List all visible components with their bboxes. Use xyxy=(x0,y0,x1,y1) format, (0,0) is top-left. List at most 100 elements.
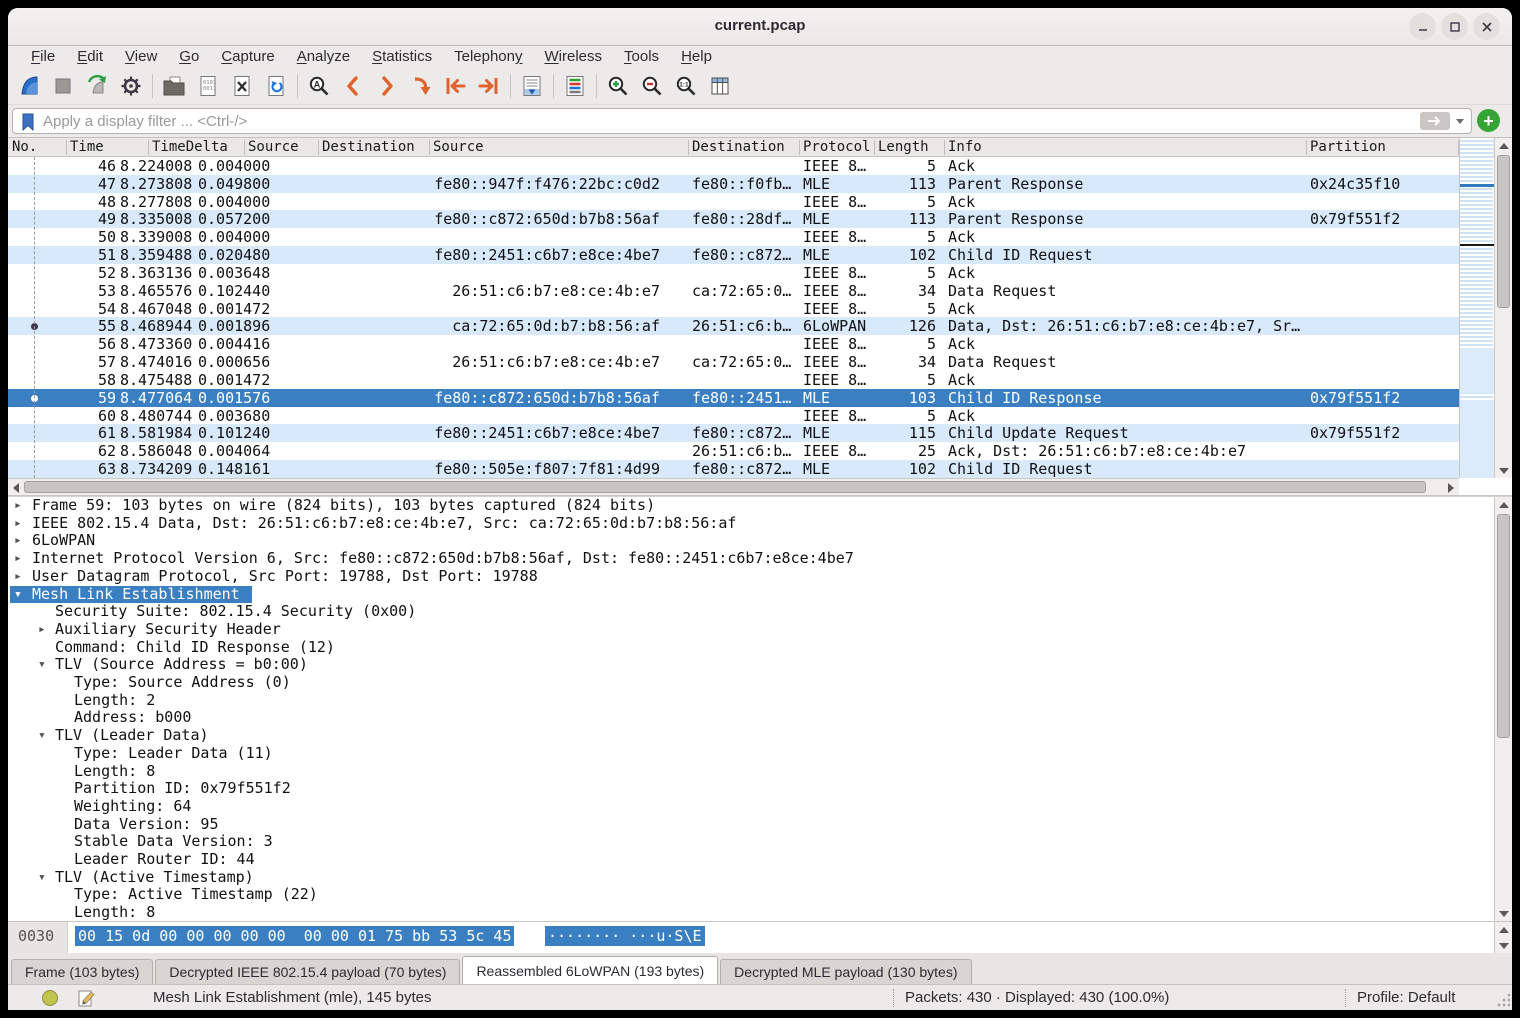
packet-row-48[interactable]: 488.2778080.004000IEEE 8…5Ack xyxy=(8,193,1459,211)
detail-row[interactable]: ▸Internet Protocol Version 6, Src: fe80:… xyxy=(8,550,1494,568)
detail-row[interactable]: Length: 8 xyxy=(8,904,1494,921)
menu-wireless[interactable]: Wireless xyxy=(534,46,614,68)
packet-row-49[interactable]: 498.3350080.057200fe80::c872:650d:b7b8:5… xyxy=(8,210,1459,228)
column-divider[interactable] xyxy=(429,140,430,155)
packet-row-58[interactable]: 588.4754880.001472IEEE 8…5Ack xyxy=(8,371,1459,389)
maximize-button[interactable] xyxy=(1441,13,1468,40)
detail-row[interactable]: Command: Child ID Response (12) xyxy=(8,639,1494,657)
detail-row[interactable]: ▾TLV (Active Timestamp) xyxy=(8,869,1494,887)
column-divider[interactable] xyxy=(66,140,67,155)
scroll-thumb[interactable] xyxy=(1497,155,1510,308)
packet-row-52[interactable]: 528.3631360.003648IEEE 8…5Ack xyxy=(8,264,1459,282)
detail-row[interactable]: Length: 2 xyxy=(8,692,1494,710)
zoom-out-button[interactable] xyxy=(635,71,669,101)
packet-row-56[interactable]: 568.4733600.004416IEEE 8…5Ack xyxy=(8,335,1459,353)
detail-row[interactable]: ▾TLV (Leader Data) xyxy=(8,727,1494,745)
zoom-in-button[interactable] xyxy=(601,71,635,101)
menu-help[interactable]: Help xyxy=(670,46,723,68)
detail-row[interactable]: Type: Source Address (0) xyxy=(8,674,1494,692)
column-header-no[interactable]: No. xyxy=(12,139,37,155)
go-first-button[interactable] xyxy=(438,71,472,101)
menu-tools[interactable]: Tools xyxy=(613,46,670,68)
scroll-right-arrow[interactable] xyxy=(1443,479,1459,496)
byte-tab-2[interactable]: Reassembled 6LoWPAN (193 bytes) xyxy=(462,956,718,984)
hex-bytes[interactable]: 00 15 0d 00 00 00 00 00 00 00 01 75 bb 5… xyxy=(75,926,514,946)
detail-row[interactable]: Partition ID: 0x79f551f2 xyxy=(8,780,1494,798)
capture-comment-icon[interactable] xyxy=(78,989,96,1007)
detail-row[interactable]: ▸Frame 59: 103 bytes on wire (824 bits),… xyxy=(8,497,1494,515)
detail-row[interactable]: Security Suite: 802.15.4 Security (0x00) xyxy=(8,603,1494,621)
menu-file[interactable]: File xyxy=(20,46,66,68)
column-header-destination-2[interactable]: Destination xyxy=(692,139,785,155)
collapse-arrow-icon[interactable]: ▾ xyxy=(38,656,46,674)
menu-telephony[interactable]: Telephony xyxy=(443,46,533,68)
scroll-up-arrow[interactable] xyxy=(1495,497,1512,512)
packet-row-57[interactable]: 578.4740160.00065626:51:c6:b7:e8:ce:4b:e… xyxy=(8,353,1459,371)
column-header-timedelta[interactable]: TimeDelta xyxy=(152,139,228,155)
expand-arrow-icon[interactable]: ▸ xyxy=(14,532,22,550)
close-file-button[interactable] xyxy=(225,71,259,101)
column-divider[interactable] xyxy=(874,140,875,155)
bookmark-icon[interactable] xyxy=(20,113,36,131)
reload-file-button[interactable] xyxy=(259,71,293,101)
intelligent-scrollbar[interactable] xyxy=(1459,138,1493,478)
byte-tab-3[interactable]: Decrypted MLE payload (130 bytes) xyxy=(720,959,971,984)
restart-capture-button[interactable] xyxy=(80,71,114,101)
start-capture-button[interactable] xyxy=(12,71,46,101)
scroll-down-arrow[interactable] xyxy=(1495,938,1512,953)
save-file-button[interactable]: 01010011 xyxy=(191,71,225,101)
scroll-thumb[interactable] xyxy=(1497,514,1510,738)
detail-row[interactable]: ▾Mesh Link Establishment xyxy=(8,586,1494,604)
expand-arrow-icon[interactable]: ▸ xyxy=(14,568,22,586)
byte-tab-0[interactable]: Frame (103 bytes) xyxy=(11,959,153,984)
packet-row-55[interactable]: 558.4689440.001896ca:72:65:0d:b7:b8:56:a… xyxy=(8,317,1459,335)
column-divider[interactable] xyxy=(799,140,800,155)
packet-list-hscrollbar[interactable] xyxy=(8,478,1459,495)
packet-row-54[interactable]: 548.4670480.001472IEEE 8…5Ack xyxy=(8,300,1459,318)
detail-row[interactable]: Length: 8 xyxy=(8,763,1494,781)
expand-arrow-icon[interactable]: ▸ xyxy=(14,497,22,515)
resize-grip[interactable] xyxy=(1496,994,1510,1008)
column-divider[interactable] xyxy=(688,140,689,155)
expand-arrow-icon[interactable]: ▸ xyxy=(14,515,22,533)
packet-row-63[interactable]: 638.7342090.148161fe80::505e:f807:7f81:4… xyxy=(8,460,1459,478)
colorize-packets-button[interactable] xyxy=(558,71,592,101)
scroll-up-arrow[interactable] xyxy=(1495,922,1512,937)
detail-row[interactable]: Leader Router ID: 44 xyxy=(8,851,1494,869)
go-to-packet-button[interactable] xyxy=(404,71,438,101)
expert-info-icon[interactable] xyxy=(42,990,58,1006)
menu-analyze[interactable]: Analyze xyxy=(286,46,361,68)
details-vscrollbar[interactable] xyxy=(1494,497,1512,921)
hex-vscrollbar[interactable] xyxy=(1494,922,1512,953)
go-last-button[interactable] xyxy=(472,71,506,101)
detail-row[interactable]: Stable Data Version: 3 xyxy=(8,833,1494,851)
column-header-source[interactable]: Source xyxy=(248,139,299,155)
column-header-length[interactable]: Length xyxy=(878,139,929,155)
packet-row-60[interactable]: 608.4807440.003680IEEE 8…5Ack xyxy=(8,407,1459,425)
scroll-down-arrow[interactable] xyxy=(1495,906,1512,921)
detail-row[interactable]: ▸6LoWPAN xyxy=(8,532,1494,550)
packet-row-53[interactable]: 538.4655760.10244026:51:c6:b7:e8:ce:4b:e… xyxy=(8,282,1459,300)
close-button[interactable] xyxy=(1473,13,1500,40)
stop-capture-button[interactable] xyxy=(46,71,80,101)
detail-row[interactable]: ▸User Datagram Protocol, Src Port: 19788… xyxy=(8,568,1494,586)
column-divider[interactable] xyxy=(1306,140,1307,155)
auto-scroll-button[interactable] xyxy=(515,71,549,101)
resize-columns-button[interactable] xyxy=(703,71,737,101)
column-divider[interactable] xyxy=(944,140,945,155)
detail-row[interactable]: Weighting: 64 xyxy=(8,798,1494,816)
column-header-info[interactable]: Info xyxy=(948,139,982,155)
zoom-original-button[interactable]: 1:1 xyxy=(669,71,703,101)
go-forward-button[interactable] xyxy=(370,71,404,101)
column-header-destination[interactable]: Destination xyxy=(322,139,415,155)
menu-view[interactable]: View xyxy=(114,46,168,68)
expand-arrow-icon[interactable]: ▸ xyxy=(38,621,46,639)
packet-row-50[interactable]: 508.3390080.004000IEEE 8…5Ack xyxy=(8,228,1459,246)
menu-edit[interactable]: Edit xyxy=(66,46,114,68)
detail-row[interactable]: ▸IEEE 802.15.4 Data, Dst: 26:51:c6:b7:e8… xyxy=(8,515,1494,533)
detail-row[interactable]: Type: Active Timestamp (22) xyxy=(8,886,1494,904)
hex-ascii[interactable]: ········ ···u·S\E xyxy=(545,926,705,946)
collapse-arrow-icon[interactable]: ▾ xyxy=(38,727,46,745)
column-divider[interactable] xyxy=(244,140,245,155)
profile-status[interactable]: Profile: Default xyxy=(1357,989,1455,1006)
